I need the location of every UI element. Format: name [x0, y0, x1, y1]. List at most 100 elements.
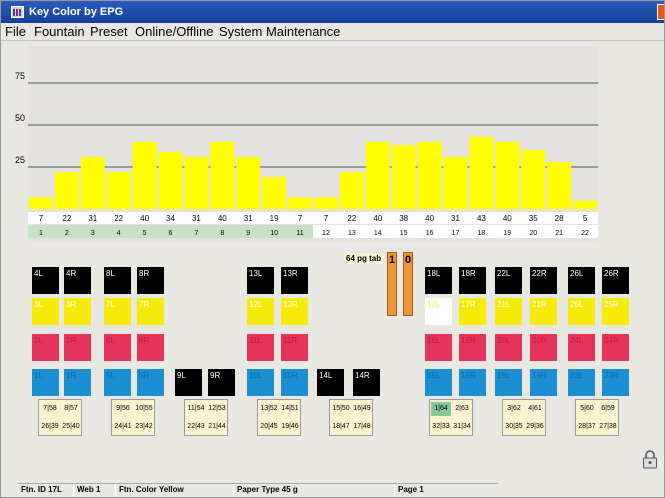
fountain-key-12r[interactable]: 12R — [281, 298, 308, 325]
bar-zone-18[interactable] — [469, 136, 494, 209]
page-grid-cell[interactable]: 25|40 — [61, 420, 81, 434]
fountain-key-3r[interactable]: 3R — [64, 298, 91, 325]
zone-number-label[interactable]: 6 — [169, 230, 173, 237]
fountain-key-26r[interactable]: 26R — [602, 267, 629, 294]
fountain-key-5l[interactable]: 5L — [104, 369, 131, 396]
page-grid-cell[interactable]: 13|52 — [259, 402, 279, 416]
bar-zone-12[interactable] — [314, 197, 338, 209]
bar-zone-6[interactable] — [158, 151, 183, 209]
page-grid-cell[interactable]: 26|39 — [40, 420, 60, 434]
zone-number-label[interactable]: 1 — [39, 230, 43, 237]
page-grid-cell[interactable]: 23|42 — [134, 420, 154, 434]
menu-file[interactable]: File — [5, 24, 26, 39]
page-grid-cell[interactable]: 15|50 — [331, 402, 351, 416]
page-grid-cell[interactable]: 14|51 — [280, 402, 300, 416]
bar-zone-15[interactable] — [391, 145, 416, 209]
page-grid-cell[interactable]: 24|41 — [113, 420, 133, 434]
fountain-key-4r[interactable]: 4R — [64, 267, 91, 294]
fountain-key-1l[interactable]: 1L — [32, 369, 59, 396]
fountain-key-25l[interactable]: 25L — [568, 298, 595, 325]
fountain-key-13l[interactable]: 13L — [247, 267, 274, 294]
fountain-key-15r[interactable]: 15R — [459, 369, 486, 396]
bar-zone-7[interactable] — [184, 156, 209, 209]
page-grid-cell[interactable]: 16|49 — [352, 402, 372, 416]
zone-number-label[interactable]: 3 — [91, 230, 95, 237]
app-icon[interactable] — [11, 6, 24, 18]
zone-number-label[interactable]: 10 — [270, 230, 278, 237]
page-grid-cell[interactable]: 28|37 — [577, 420, 597, 434]
lock-icon[interactable] — [642, 450, 658, 469]
bar-zone-22[interactable] — [573, 200, 597, 209]
zone-number-label[interactable]: 9 — [246, 230, 250, 237]
zone-number-label[interactable]: 16 — [426, 230, 434, 237]
page-grid[interactable]: 9|56 10|55 24|41 23|42 — [111, 399, 155, 436]
fountain-key-17r[interactable]: 17R — [459, 298, 486, 325]
bar-zone-13[interactable] — [339, 172, 364, 209]
fountain-key-24l[interactable]: 24L — [568, 334, 595, 361]
bar-zone-21[interactable] — [547, 161, 572, 209]
bar-zone-17[interactable] — [443, 156, 468, 209]
page-grid-cell[interactable]: 30|35 — [504, 420, 524, 434]
menu-online-offline[interactable]: Online/Offline — [135, 24, 214, 39]
page-grid-cell[interactable]: 22|43 — [186, 420, 206, 434]
fountain-key-25r[interactable]: 25R — [602, 298, 629, 325]
fountain-key-21l[interactable]: 21L — [495, 298, 522, 325]
page-grid-cell[interactable]: 32|33 — [431, 420, 451, 434]
fountain-key-22r[interactable]: 22R — [530, 267, 557, 294]
fountain-key-16r[interactable]: 16R — [459, 334, 486, 361]
page-grid-cell[interactable]: 11|54 — [186, 402, 206, 416]
page-grid-cell[interactable]: 2|63 — [452, 402, 472, 416]
zone-number-label[interactable]: 19 — [503, 230, 511, 237]
page-grid[interactable]: 15|50 16|49 18|47 17|48 — [329, 399, 373, 436]
page-grid-cell[interactable]: 4|61 — [525, 402, 545, 416]
menu-fountain[interactable]: Fountain — [34, 24, 85, 39]
fountain-key-1r[interactable]: 1R — [64, 369, 91, 396]
bar-zone-10[interactable] — [262, 177, 287, 209]
page-grid[interactable]: 7|58 8|57 26|39 25|40 — [38, 399, 82, 436]
page-grid-cell[interactable]: 19|46 — [280, 420, 300, 434]
fountain-key-7r[interactable]: 7R — [137, 298, 164, 325]
fountain-key-7l[interactable]: 7L — [104, 298, 131, 325]
zone-number-label[interactable]: 22 — [581, 230, 589, 237]
fountain-key-18l[interactable]: 18L — [425, 267, 452, 294]
bar-zone-1[interactable] — [29, 197, 53, 209]
zone-number-label[interactable]: 20 — [529, 230, 537, 237]
page-grid-cell[interactable]: 18|47 — [331, 420, 351, 434]
fountain-key-8r[interactable]: 8R — [137, 267, 164, 294]
bar-zone-2[interactable] — [54, 172, 79, 209]
page-grid-cell[interactable]: 12|53 — [207, 402, 227, 416]
fountain-key-15l[interactable]: 15L — [425, 369, 452, 396]
page-grid[interactable]: 13|52 14|51 20|45 19|46 — [257, 399, 301, 436]
fountain-key-8l[interactable]: 8L — [104, 267, 131, 294]
bar-zone-3[interactable] — [80, 156, 105, 209]
fountain-key-6r[interactable]: 6R — [137, 334, 164, 361]
fountain-key-4l[interactable]: 4L — [32, 267, 59, 294]
fountain-key-18r[interactable]: 18R — [459, 267, 486, 294]
bar-zone-8[interactable] — [210, 141, 235, 209]
page-grid-cell[interactable]: 9|56 — [113, 402, 133, 416]
page-tab-0[interactable]: 0 — [403, 252, 413, 316]
fountain-key-20r[interactable]: 20R — [530, 334, 557, 361]
ink-key-chart[interactable]: 7 1 22 2 31 3 22 4 40 5 34 6 31 7 40 8 31 9 19 10 7 11 7 12 22 13… — [28, 46, 598, 241]
fountain-key-2r[interactable]: 2R — [64, 334, 91, 361]
bar-zone-19[interactable] — [495, 141, 520, 209]
fountain-key-12l[interactable]: 12L — [247, 298, 274, 325]
page-grid-cell[interactable]: 31|34 — [452, 420, 472, 434]
fountain-key-11l[interactable]: 11L — [247, 334, 274, 361]
fountain-key-17l[interactable]: 17L — [425, 298, 452, 325]
page-grid-cell[interactable]: 1|64 — [431, 402, 451, 416]
fountain-key-23l[interactable]: 23L — [568, 369, 595, 396]
zone-number-label[interactable]: 8 — [220, 230, 224, 237]
bar-zone-16[interactable] — [417, 141, 442, 209]
fountain-key-22l[interactable]: 22L — [495, 267, 522, 294]
page-grid-cell[interactable]: 21|44 — [207, 420, 227, 434]
fountain-key-20l[interactable]: 20L — [495, 334, 522, 361]
zone-number-label[interactable]: 15 — [400, 230, 408, 237]
page-grid-cell[interactable]: 6|59 — [598, 402, 618, 416]
bar-zone-11[interactable] — [288, 197, 312, 209]
fountain-key-3l[interactable]: 3L — [32, 298, 59, 325]
fountain-key-14l[interactable]: 14L — [317, 369, 344, 396]
fountain-key-2l[interactable]: 2L — [32, 334, 59, 361]
menu-system-maintenance[interactable]: System Maintenance — [219, 24, 340, 39]
bar-zone-4[interactable] — [106, 172, 131, 209]
